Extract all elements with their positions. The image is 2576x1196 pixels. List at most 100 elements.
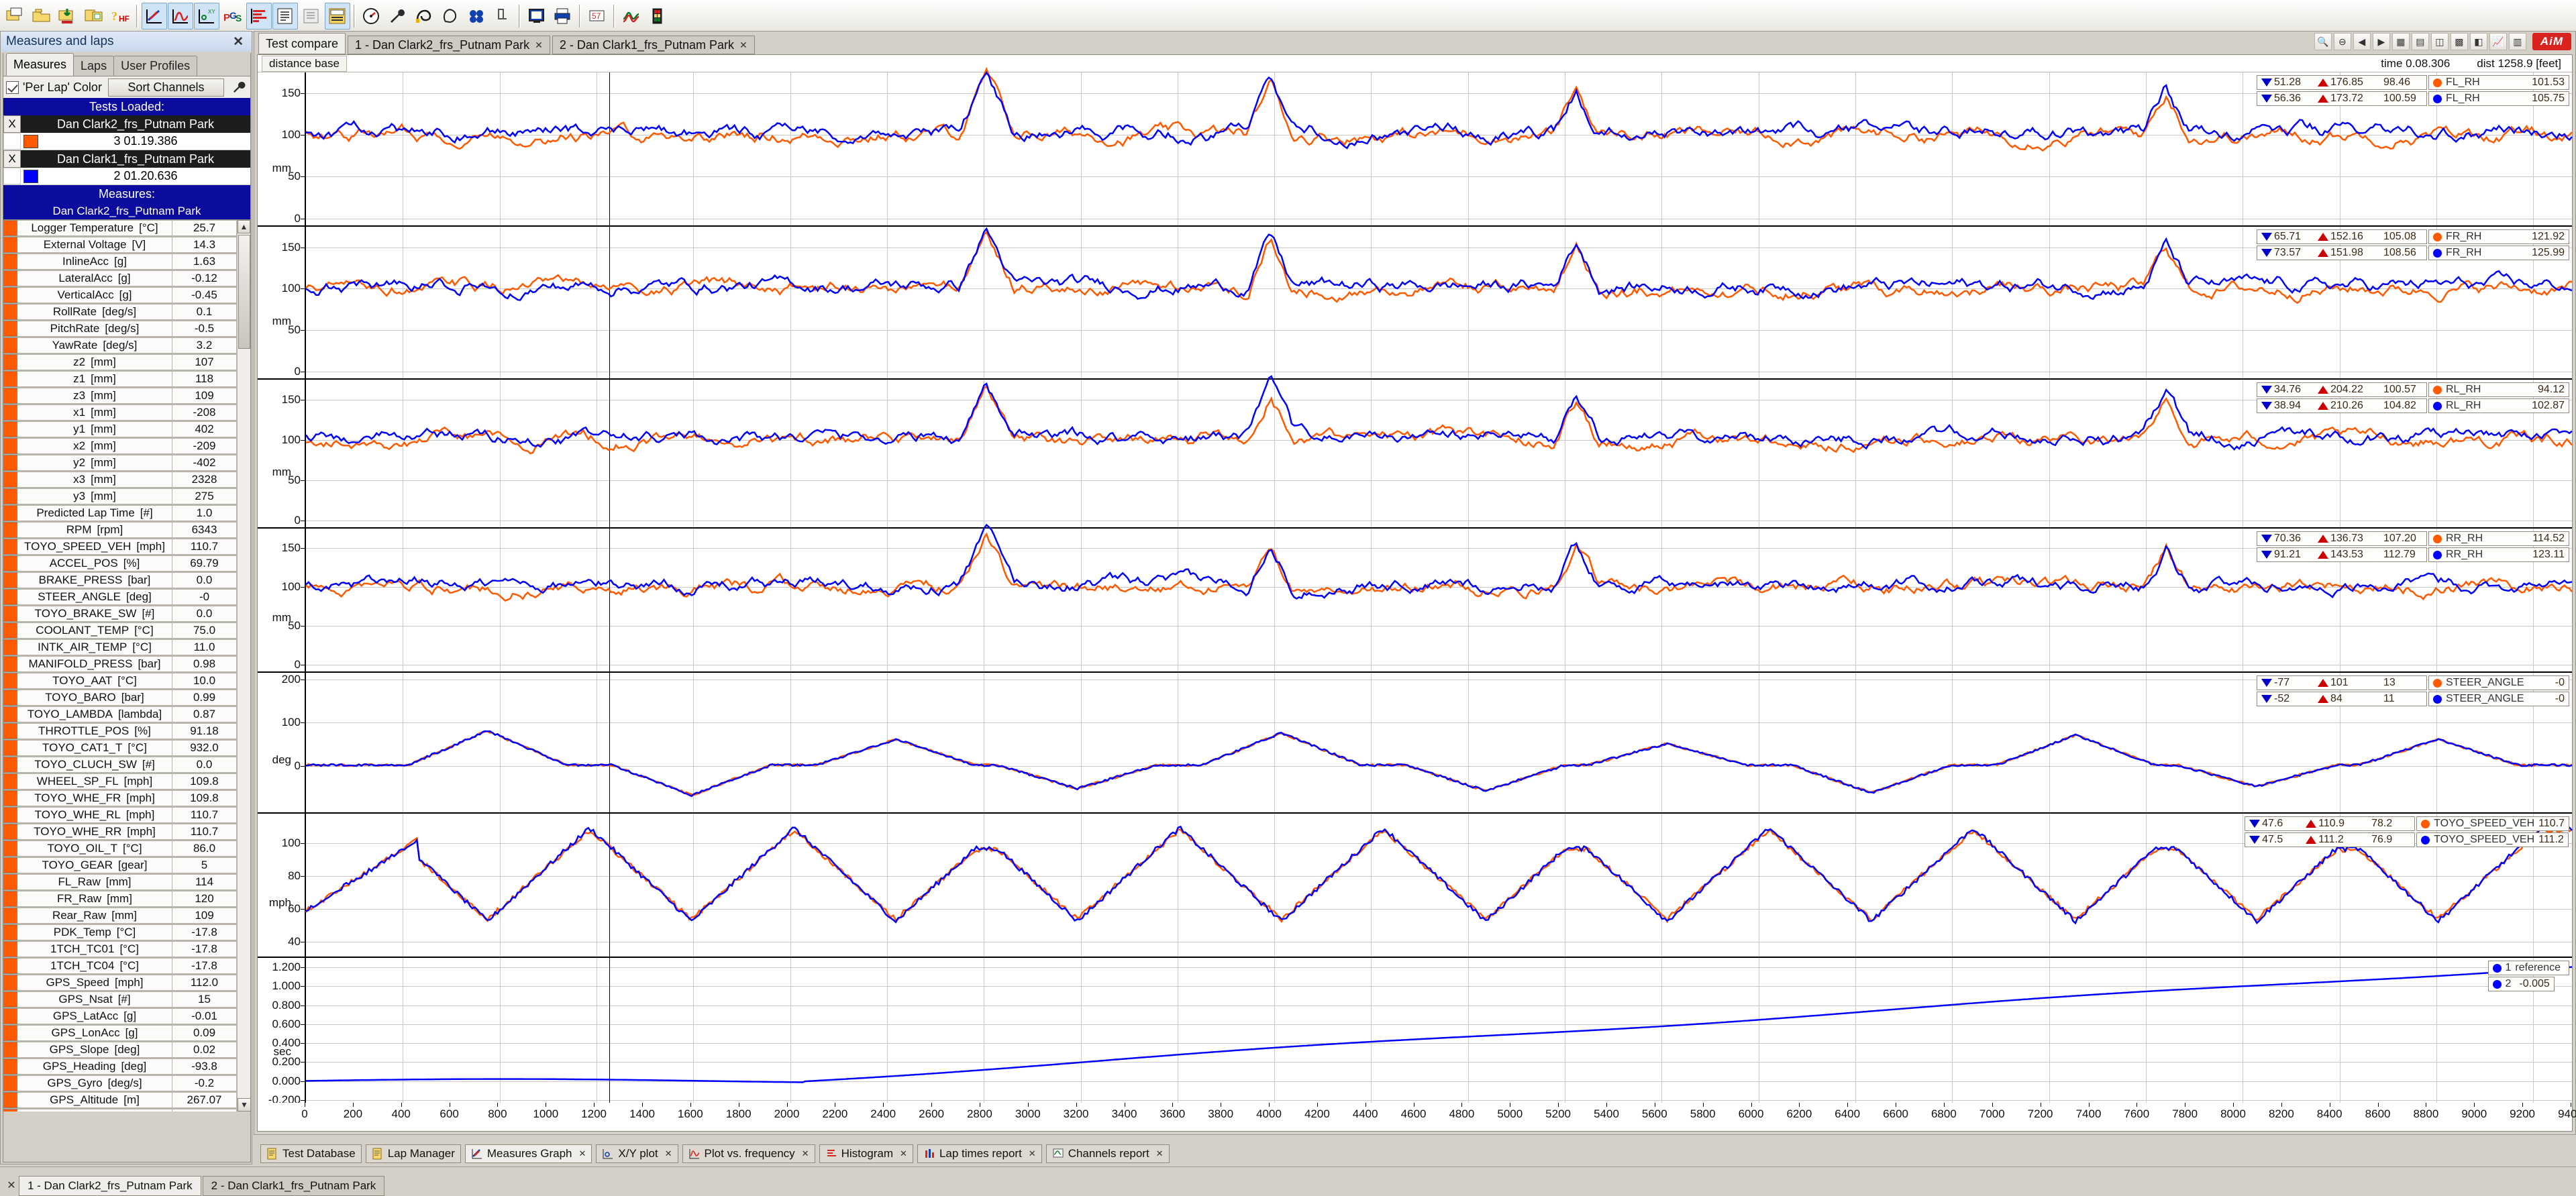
- split-icon[interactable]: ◫: [2430, 33, 2449, 50]
- histogram-icon[interactable]: [246, 2, 272, 30]
- channel-color-dot[interactable]: [3, 991, 17, 1008]
- channel-color-dot[interactable]: [3, 371, 17, 387]
- plot-frame[interactable]: [305, 958, 2573, 1108]
- status-tab[interactable]: 1 - Dan Clark2_frs_Putnam Park: [19, 1176, 201, 1196]
- workspace-tab[interactable]: Test compare: [258, 33, 346, 54]
- wrench-icon[interactable]: [230, 78, 248, 97]
- legend-name-box[interactable]: 1 reference: [2487, 961, 2569, 975]
- legend-name-box[interactable]: TOYO_SPEED_VEH 110.7: [2416, 816, 2569, 831]
- zoom-out-icon[interactable]: ⊖: [2333, 33, 2351, 50]
- channel-color-dot[interactable]: [3, 354, 17, 370]
- lap-row[interactable]: 2 01.20.636: [3, 168, 250, 185]
- plot-panel[interactable]: 0 50 100 150 mm 65.71 152.16 105.08 FR_RH 121.92 7…: [258, 227, 2573, 380]
- close-icon[interactable]: ✕: [1029, 1148, 1036, 1159]
- channel-color-dot[interactable]: [3, 1025, 17, 1041]
- per-lap-color-checkbox[interactable]: [6, 80, 19, 94]
- channel-color-dot[interactable]: [3, 237, 17, 253]
- channel-color-dot[interactable]: [3, 472, 17, 488]
- channel-row[interactable]: y3 [mm] 275: [3, 488, 237, 505]
- channel-row[interactable]: THROTTLE_POS [%] 91.18: [3, 723, 237, 740]
- channel-row[interactable]: LateralAcc [g] -0.12: [3, 270, 237, 287]
- channel-color-dot[interactable]: [3, 924, 17, 940]
- channel-row[interactable]: TOYO_SPEED_VEH [mph] 110.7: [3, 539, 237, 555]
- close-icon[interactable]: ✕: [739, 40, 748, 51]
- channels-scrollbar[interactable]: ▲ ▼: [237, 220, 250, 1111]
- plot-frame[interactable]: [305, 814, 2573, 957]
- status-tab[interactable]: 2 - Dan Clark1_frs_Putnam Park: [202, 1176, 385, 1196]
- channel-color-dot[interactable]: [3, 891, 17, 907]
- open-test-icon[interactable]: [29, 3, 54, 30]
- channel-row[interactable]: Predicted Lap Time [#] 1.0: [3, 505, 237, 522]
- legend-name-box[interactable]: RL_RH 102.87: [2428, 398, 2569, 413]
- plot-frame[interactable]: [305, 673, 2573, 812]
- gps-icon[interactable]: PGS: [220, 3, 246, 30]
- marker-icon[interactable]: ▦: [2391, 33, 2410, 50]
- channel-color-dot[interactable]: [3, 958, 17, 974]
- plot-panel[interactable]: 40 60 80 100 mph 47.6 110.9 78.2 TOYO_SPEED_VEH 1…: [258, 814, 2573, 958]
- channel-row[interactable]: x2 [mm] -209: [3, 438, 237, 455]
- channel-color-dot[interactable]: [3, 505, 17, 521]
- channel-color-dot[interactable]: [3, 522, 17, 538]
- close-icon[interactable]: ✕: [665, 1148, 672, 1159]
- next-lap-icon[interactable]: ▶: [2372, 33, 2390, 50]
- channel-color-dot[interactable]: [3, 455, 17, 471]
- legend-name-box[interactable]: FL_RH 101.53: [2428, 75, 2569, 90]
- legend-name-box[interactable]: RR_RH 123.11: [2428, 547, 2569, 562]
- plot-frame[interactable]: [305, 227, 2573, 378]
- channel-row[interactable]: GPS_Heading [deg] -93.8: [3, 1058, 237, 1075]
- channel-row[interactable]: Rear_Raw [mm] 109: [3, 908, 237, 924]
- math-channels-icon[interactable]: [325, 2, 350, 30]
- test-row[interactable]: X Dan Clark1_frs_Putnam Park: [3, 150, 250, 168]
- plot-panel[interactable]: 0 100 200 deg -77 101 13 STEER_ANGLE -0 -52 84 11 ST…: [258, 673, 2573, 814]
- channel-color-dot[interactable]: [3, 824, 17, 840]
- new-test-icon[interactable]: [3, 3, 28, 30]
- channel-color-dot[interactable]: [3, 220, 17, 236]
- close-icon[interactable]: ✕: [579, 1148, 586, 1159]
- measure-icon[interactable]: ▤: [2411, 33, 2429, 50]
- channel-row[interactable]: YawRate [deg/s] 3.2: [3, 337, 237, 354]
- channel-color-dot[interactable]: [3, 857, 17, 873]
- legend-name-box[interactable]: STEER_ANGLE -0: [2428, 692, 2569, 706]
- legend-name-box[interactable]: STEER_ANGLE -0: [2428, 675, 2569, 690]
- legend-stats-box[interactable]: 65.71 152.16 105.08: [2257, 229, 2427, 244]
- panel-tab-measures[interactable]: Measures: [6, 53, 74, 76]
- legend-stats-box[interactable]: 38.94 210.26 104.82: [2257, 398, 2427, 413]
- sort-channels-button[interactable]: Sort Channels: [107, 78, 224, 97]
- channel-color-dot[interactable]: [3, 690, 17, 706]
- monitor-icon[interactable]: [524, 3, 550, 30]
- channel-color-dot[interactable]: [3, 337, 17, 354]
- channel-row[interactable]: TOYO_OIL_T [°C] 86.0: [3, 840, 237, 857]
- workspace-tab[interactable]: 1 - Dan Clark2_frs_Putnam Park ✕: [348, 36, 550, 54]
- channel-color-dot[interactable]: [3, 840, 17, 857]
- channel-color-dot[interactable]: [3, 740, 17, 756]
- shape-icon[interactable]: [437, 3, 463, 30]
- channel-color-dot[interactable]: [3, 1075, 17, 1091]
- lap-toggle[interactable]: [3, 168, 21, 184]
- channel-row[interactable]: RollRate [deg/s] 0.1: [3, 304, 237, 321]
- lap-color-swatch[interactable]: [21, 168, 41, 184]
- gauge-icon[interactable]: [359, 3, 384, 30]
- channel-color-dot[interactable]: [3, 606, 17, 622]
- channel-color-dot[interactable]: [3, 589, 17, 605]
- scrollbar-thumb[interactable]: [238, 235, 250, 349]
- channel-row[interactable]: GPS_LonAcc [g] 0.09: [3, 1025, 237, 1042]
- channel-row[interactable]: WHEEL_SP_FL [mph] 109.8: [3, 773, 237, 790]
- channel-color-dot[interactable]: [3, 673, 17, 689]
- table-icon[interactable]: ▥: [2508, 33, 2526, 50]
- channel-color-dot[interactable]: [3, 1092, 17, 1108]
- plot-panel[interactable]: 0 50 100 150 mm 70.36 136.73 107.20 RR_RH 114.52 9…: [258, 523, 2573, 673]
- channel-row[interactable]: TOYO_WHE_RL [mph] 110.7: [3, 807, 237, 824]
- chart-icon[interactable]: 📈: [2489, 33, 2507, 50]
- channel-row[interactable]: TOYO_WHE_RR [mph] 110.7: [3, 824, 237, 840]
- legend-name-box[interactable]: TOYO_SPEED_VEH 111.2: [2416, 832, 2569, 847]
- plot-panel[interactable]: 0 50 100 150 mm 51.28 176.85 98.46 FL_RH 101.53 56…: [258, 66, 2573, 227]
- channel-color-dot[interactable]: [3, 404, 17, 421]
- channel-row[interactable]: TOYO_AAT [°C] 10.0: [3, 673, 237, 690]
- channel-row[interactable]: GPS_Slope [deg] 0.02: [3, 1042, 237, 1058]
- module-tab-lap-manager[interactable]: Lap Manager: [365, 1144, 461, 1163]
- lap-row[interactable]: 3 01.19.386: [3, 133, 250, 150]
- help-icon[interactable]: ? HF: [107, 3, 133, 30]
- legend-stats-box[interactable]: 34.76 204.22 100.57: [2257, 382, 2427, 397]
- seat-icon[interactable]: [490, 3, 515, 30]
- prev-lap-icon[interactable]: ◀: [2353, 33, 2371, 50]
